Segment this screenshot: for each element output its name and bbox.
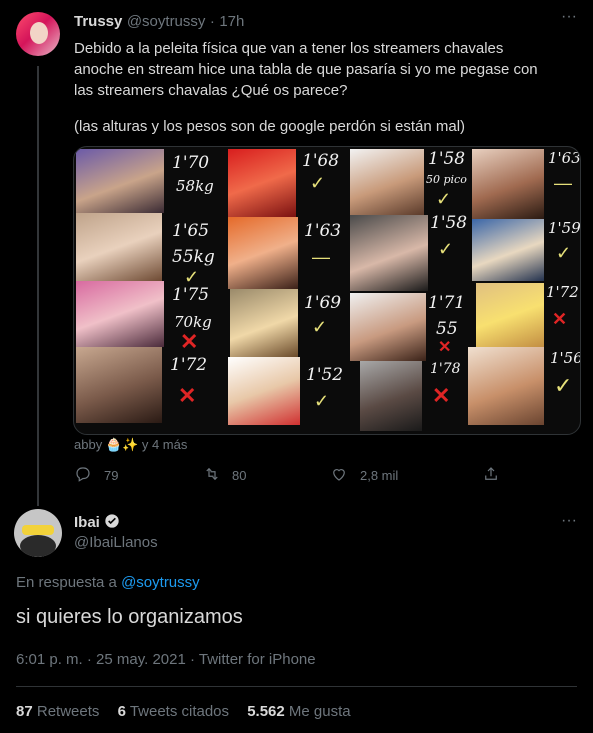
x-mark: ✕ <box>438 339 452 356</box>
photo-streamer <box>350 293 426 361</box>
like-count: 2,8 mil <box>360 468 399 483</box>
avatar-ibai[interactable] <box>14 509 62 557</box>
x-mark: ✕ <box>552 309 568 329</box>
more-options-icon[interactable]: ··· <box>561 512 577 530</box>
reply-count: 79 <box>104 468 119 483</box>
heart-icon <box>333 469 345 481</box>
photo-streamer <box>76 149 164 213</box>
height-label: 1'72 <box>170 355 208 375</box>
like-stat[interactable]: 5.562 Me gusta <box>247 703 350 720</box>
photo-streamer <box>76 281 164 347</box>
height-label: 1'75 <box>172 285 210 305</box>
tweet1-actions: 79 80 2,8 mil <box>74 465 554 485</box>
height-label: 1'65 <box>172 221 210 241</box>
height-label: 1'59 <box>548 219 581 237</box>
height-label: 1'52 <box>306 365 344 385</box>
height-label: 1'69 <box>304 293 342 313</box>
check-mark: — <box>554 173 572 193</box>
height-label: 1'71 <box>428 293 466 313</box>
author-handle[interactable]: @IbaiLlanos <box>74 534 158 551</box>
emoji-icon: 🧁✨ <box>105 437 139 452</box>
tagged-more[interactable]: y 4 más <box>142 437 188 452</box>
engagement-stats: 87 Retweets 6 Tweets citados 5.562 Me gu… <box>16 703 351 720</box>
tagged-user[interactable]: abby <box>74 437 102 452</box>
photo-streamer <box>228 217 298 289</box>
share-icon <box>485 467 497 480</box>
dot-separator: · <box>209 13 215 30</box>
reply-to-link[interactable]: @soytrussy <box>121 574 200 591</box>
tweet2-text: si quieres lo organizamos <box>16 606 243 628</box>
retweet-icon <box>206 467 218 481</box>
photo-streamer <box>472 149 544 219</box>
check-mark: ✓ <box>438 239 454 259</box>
tagged-users[interactable]: abby 🧁✨ y 4 más <box>74 437 187 453</box>
like-button[interactable] <box>330 465 348 486</box>
check-mark: ✓ <box>310 173 326 193</box>
height-label: 1'58 <box>428 149 466 169</box>
weight-label: 55kg <box>172 247 215 267</box>
likes-label: Me gusta <box>288 703 351 720</box>
photo-streamer <box>228 357 300 425</box>
photo-streamer <box>76 213 162 281</box>
photo-streamer <box>472 219 544 281</box>
height-label: 1'72 <box>546 283 579 301</box>
check-mark: ✓ <box>436 189 452 209</box>
tweet-meta[interactable]: 6:01 p. m. · 25 may. 2021 · Twitter for … <box>16 651 316 668</box>
reply-button[interactable] <box>74 465 92 486</box>
tweet2-header: Ibai <box>74 513 120 532</box>
photo-streamer <box>468 347 544 425</box>
quotes-label: Tweets citados <box>129 703 230 720</box>
check-mark: ✓ <box>556 243 572 263</box>
avatar-trussy[interactable] <box>16 12 60 56</box>
height-label: 1'70 <box>172 153 210 173</box>
author-handle[interactable]: @soytrussy <box>127 13 206 30</box>
retweets-label: Retweets <box>36 703 100 720</box>
weight-label: 58kg <box>176 177 214 195</box>
share-button[interactable] <box>482 465 500 486</box>
height-label: 1'63 <box>548 149 581 167</box>
check-mark: ✓ <box>314 391 330 411</box>
photo-streamer <box>360 361 422 431</box>
tweet1-header: Trussy @soytrussy · 17h <box>74 13 244 31</box>
retweet-count: 80 <box>232 468 247 483</box>
author-name[interactable]: Trussy <box>74 13 122 30</box>
quote-stat[interactable]: 6 Tweets citados <box>118 703 229 720</box>
retweets-count: 87 <box>16 703 33 720</box>
check-mark: ✓ <box>312 317 328 337</box>
reply-context: En respuesta a @soytrussy <box>16 574 200 591</box>
author-name[interactable]: Ibai <box>74 514 100 531</box>
height-label: 1'58 <box>430 213 468 233</box>
photo-streamer <box>76 347 162 423</box>
photo-streamer <box>350 149 424 215</box>
reply-icon <box>76 467 90 482</box>
attached-image[interactable]: 1'70 58kg 1'65 55kg ✓ 1'75 70kg ✕ 1'72 ✕… <box>73 146 581 435</box>
verified-badge-icon <box>105 514 119 528</box>
tweet1-text-note: (las alturas y los pesos son de google p… <box>74 118 466 135</box>
likes-count: 5.562 <box>247 703 285 720</box>
photo-streamer <box>476 283 544 349</box>
height-label: 1'63 <box>304 221 342 241</box>
x-mark: ✕ <box>432 383 451 408</box>
reply-prefix: En respuesta a <box>16 574 117 591</box>
photo-streamer <box>350 215 428 291</box>
tweet-time[interactable]: 17h <box>219 13 244 30</box>
height-label: 1'78 <box>430 361 461 377</box>
photo-streamer <box>228 149 296 217</box>
retweet-button[interactable] <box>202 465 222 486</box>
weight-label: 50 pico <box>426 173 467 186</box>
height-label: 1'68 <box>302 151 340 171</box>
x-mark: ✕ <box>178 383 197 408</box>
tweet1-text: Debido a la peleita física que van a ten… <box>74 40 538 99</box>
divider <box>16 686 577 687</box>
check-mark: ✓ <box>554 373 573 398</box>
weight-label: 55 <box>436 319 458 339</box>
quotes-count: 6 <box>117 703 126 720</box>
photo-streamer <box>230 289 298 357</box>
more-options-icon[interactable]: ··· <box>561 8 577 26</box>
check-mark: — <box>312 247 330 267</box>
retweet-stat[interactable]: 87 Retweets <box>16 703 99 720</box>
x-mark: ✕ <box>180 329 199 354</box>
height-label: 1'56 <box>550 349 581 367</box>
thread-connector-line <box>37 66 39 506</box>
